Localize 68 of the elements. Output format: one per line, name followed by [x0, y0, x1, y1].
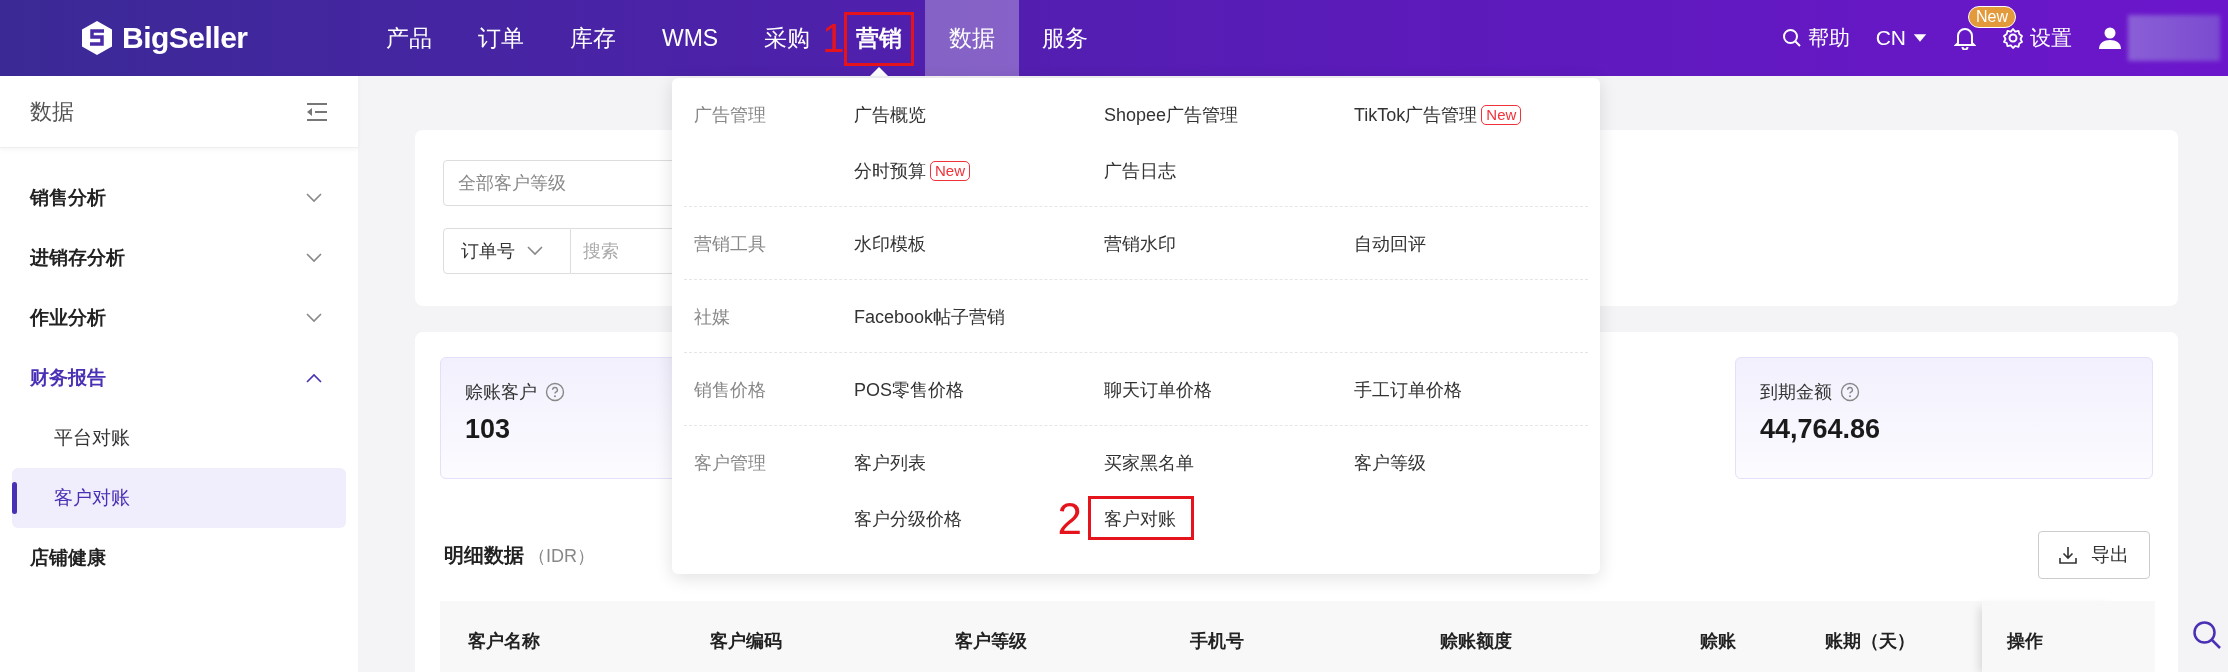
sidebar-title: 数据 [30, 97, 74, 126]
logo-icon [80, 20, 114, 56]
menu-link[interactable]: 自动回评 [1354, 232, 1426, 256]
annotation-number: 1 [822, 18, 845, 58]
nav-tab[interactable]: 库存 [558, 0, 628, 76]
stat-value: 103 [465, 414, 512, 445]
chevron-up-icon [306, 373, 322, 383]
menu-link[interactable]: 广告日志 [1104, 159, 1176, 183]
menu-link[interactable]: POS零售价格 [854, 378, 964, 402]
menu-link[interactable]: Facebook帖子营销 [854, 305, 1006, 329]
nav-tab[interactable]: 订单 [466, 0, 536, 76]
help-icon [545, 382, 565, 402]
nav-tab[interactable]: 产品 [374, 0, 444, 76]
sidebar-item[interactable]: 进销存分析 [0, 228, 358, 288]
settings-icon [2002, 27, 2024, 49]
chevron-down-icon [306, 313, 322, 323]
menu-link[interactable]: TikTok广告管理 [1354, 103, 1478, 127]
logo-text: BigSeller [122, 21, 248, 55]
nav-tab[interactable]: WMS [650, 0, 731, 76]
menu-group-label: 客户管理 [693, 452, 767, 475]
column-header: 操作 [1982, 601, 2122, 672]
sidebar-subitem[interactable]: 客户对账 [12, 468, 346, 528]
stat-label: 赊账客户 [465, 381, 537, 404]
search-icon [1781, 28, 1802, 48]
help-link[interactable]: 帮助 [1781, 24, 1850, 52]
sidebar-subitem[interactable]: 平台对账 [12, 408, 346, 468]
bell-icon[interactable] [1954, 26, 1976, 50]
collapse-icon[interactable] [306, 102, 328, 121]
section-title: 明细数据 [444, 542, 524, 568]
menu-link[interactable]: 水印模板 [854, 232, 926, 256]
menu-link[interactable]: 广告概览 [854, 103, 926, 127]
sidebar-item[interactable]: 财务报告 [0, 348, 358, 408]
menu-link[interactable]: 手工订单价格 [1354, 378, 1462, 402]
stat-value: 44,764.86 [1760, 414, 1882, 445]
menu-group-label: 营销工具 [693, 233, 767, 255]
user-icon[interactable] [2098, 26, 2122, 50]
menu-group-label: 广告管理 [693, 104, 767, 127]
nav-tab[interactable]: 服务 [1030, 0, 1101, 76]
menu-link[interactable]: 客户列表 [854, 451, 926, 475]
sidebar-item[interactable]: 作业分析 [0, 288, 358, 348]
sidebar-item[interactable]: 店铺健康 [0, 528, 358, 588]
chevron-down-icon [306, 253, 322, 263]
menu-link[interactable]: 买家黑名单 [1104, 451, 1194, 475]
menu-group-label: 销售价格 [693, 379, 767, 401]
annotation-number: 2 [1057, 497, 1082, 541]
nav-tab[interactable]: 数据 [925, 0, 1020, 76]
new-badge: New [1968, 6, 2016, 28]
menu-link[interactable]: 客户等级 [1354, 451, 1426, 475]
new-badge: New [1481, 105, 1522, 125]
stat-label: 到期金额 [1760, 381, 1832, 404]
download-icon [2059, 546, 2077, 564]
caret-icon [1912, 33, 1928, 43]
chevron-down-icon [306, 193, 322, 203]
menu-group-label: 社媒 [693, 306, 731, 328]
new-badge: New [930, 161, 970, 181]
chevron-down-icon [527, 246, 543, 256]
language-select[interactable]: CN [1875, 26, 1928, 50]
menu-link[interactable]: Shopee广告管理 [1104, 103, 1239, 127]
export-button[interactable]: 导出 [2038, 531, 2150, 579]
search-icon[interactable] [2192, 620, 2222, 650]
menu-link[interactable]: 客户分级价格 [854, 507, 962, 531]
menu-link[interactable]: 聊天订单价格 [1104, 378, 1212, 402]
menu-link[interactable]: 营销水印 [1104, 232, 1176, 256]
sidebar-item[interactable]: 销售分析 [0, 168, 358, 228]
search-type-select[interactable]: 订单号 [443, 228, 571, 274]
nav-tab[interactable]: 采购 [752, 0, 823, 76]
help-icon [1840, 382, 1860, 402]
currency-label: （IDR） [528, 544, 595, 568]
